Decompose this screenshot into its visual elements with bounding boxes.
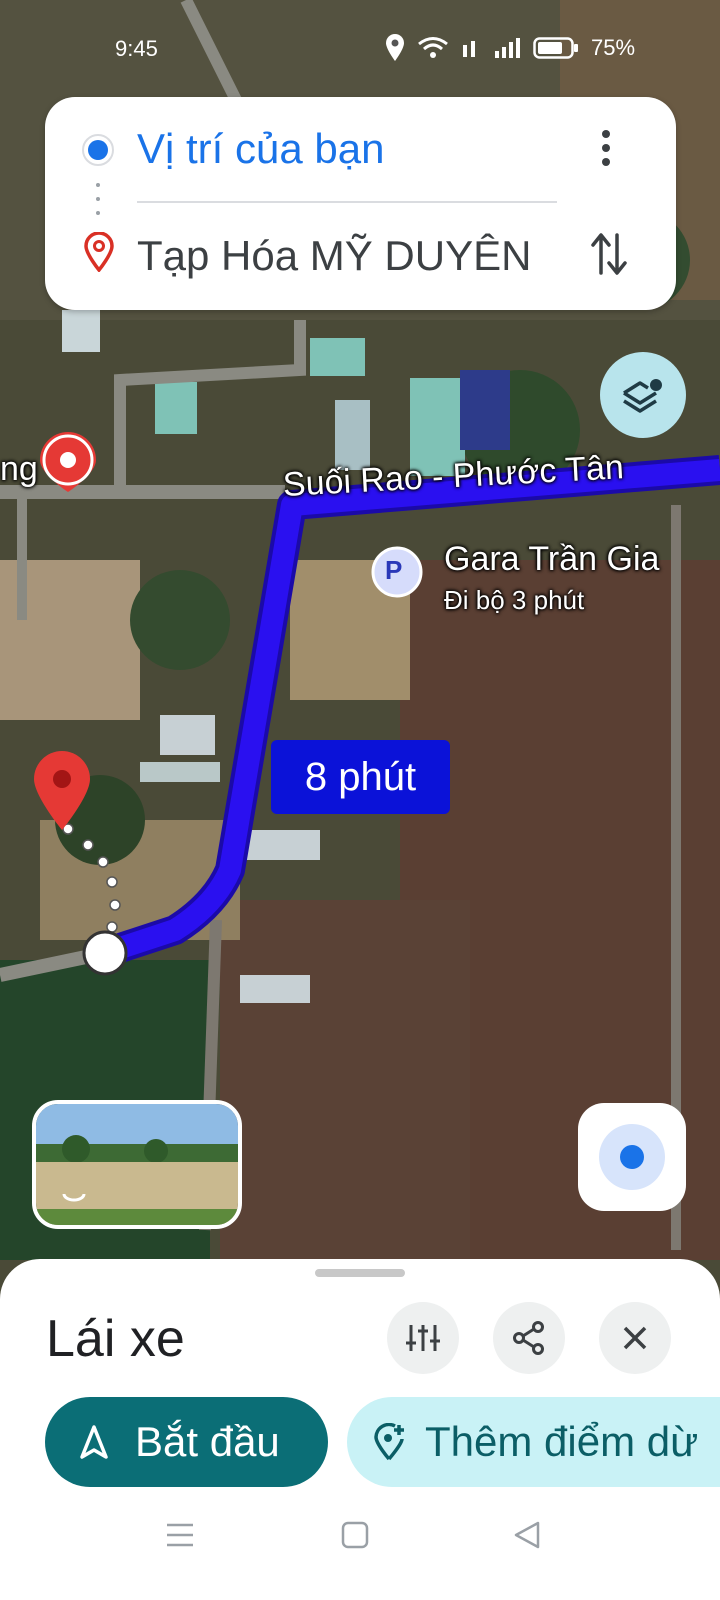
signal-icon	[495, 38, 520, 58]
layers-button[interactable]	[600, 352, 686, 438]
street-view-thumbnail[interactable]	[32, 1100, 242, 1229]
parking-icon[interactable]: P	[385, 555, 402, 586]
status-bar: 9:45 75%	[0, 30, 720, 66]
my-location-button[interactable]	[578, 1103, 686, 1211]
data-arrows-icon	[463, 41, 475, 57]
route-start-marker	[82, 930, 128, 976]
wifi-icon	[418, 37, 448, 58]
swap-icon[interactable]	[589, 231, 629, 277]
add-stop-label: Thêm điểm dừ	[425, 1418, 699, 1465]
street-view-image	[36, 1104, 238, 1225]
battery-percent: 75%	[591, 35, 636, 60]
drag-handle[interactable]	[315, 1269, 405, 1277]
destination-field[interactable]: Tạp Hóa MỸ DUYÊN	[137, 232, 531, 280]
layers-icon	[623, 379, 662, 413]
options-button[interactable]	[387, 1302, 459, 1374]
status-time: 9:45	[115, 36, 158, 61]
travel-mode-title: Lái xe	[46, 1310, 185, 1368]
battery-icon	[533, 37, 578, 59]
more-vert-icon[interactable]	[598, 128, 614, 168]
destination-pin-outline-icon	[84, 232, 114, 272]
origin-dot-icon	[82, 134, 114, 166]
add-location-icon	[374, 1423, 404, 1461]
system-nav-bar	[0, 1510, 720, 1570]
eta-text: 8 phút	[304, 754, 417, 799]
tune-icon	[406, 1325, 440, 1351]
my-location-icon	[599, 1124, 665, 1190]
close-button[interactable]	[599, 1302, 671, 1374]
poi-name-gara[interactable]: Gara Trần Gia	[444, 540, 659, 579]
origin-field[interactable]: Vị trí của bạn	[137, 125, 384, 173]
share-icon	[513, 1321, 544, 1355]
navigation-arrow-icon	[80, 1425, 108, 1459]
divider	[137, 201, 557, 203]
poi-label-partial[interactable]: ng	[0, 450, 38, 489]
back-icon[interactable]	[512, 1520, 542, 1550]
connector-dots	[96, 183, 100, 215]
share-button[interactable]	[493, 1302, 565, 1374]
poi-walk-time: Đi bộ 3 phút	[444, 585, 585, 615]
directions-card: Vị trí của bạn Tạp Hóa MỸ DUYÊN	[45, 97, 676, 310]
home-icon[interactable]	[340, 1520, 370, 1550]
close-icon	[623, 1326, 647, 1350]
start-button-label: Bắt đầu	[135, 1418, 280, 1465]
recents-menu-icon[interactable]	[165, 1520, 195, 1550]
start-button[interactable]: Bắt đầu	[45, 1397, 328, 1487]
location-status-icon	[386, 34, 404, 61]
add-stop-button[interactable]: Thêm điểm dừ	[347, 1397, 720, 1487]
eta-bubble: 8 phút	[271, 740, 450, 814]
